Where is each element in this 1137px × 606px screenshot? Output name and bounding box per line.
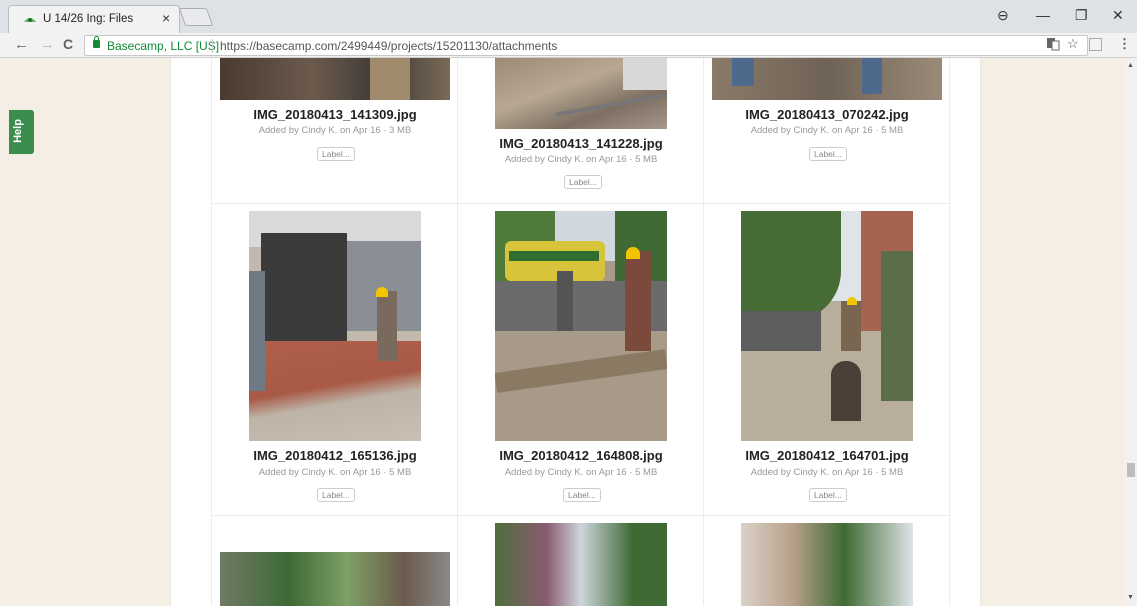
file-name[interactable]: IMG_20180412_164701.jpg [704,448,950,463]
file-meta: Added by Cindy K. on Apr 16 · 5 MB [504,154,658,165]
scrollbar-thumb[interactable] [1127,463,1135,477]
browser-tab[interactable]: U 14/26 Ing: Files × [8,5,180,33]
file-meta: Added by Cindy K. on Apr 16 · 5 MB [750,467,904,478]
file-card[interactable]: IMG_20180412_165136.jpg Added by Cindy K… [212,204,458,516]
file-thumbnail[interactable] [712,58,942,100]
file-thumbnail[interactable] [495,523,667,606]
lock-icon [93,36,100,48]
tab-title: U 14/26 Ing: Files [43,13,134,25]
file-meta: Added by Cindy K. on Apr 16 · 3 MB [258,125,412,136]
file-name[interactable]: IMG_20180412_165136.jpg [212,448,458,463]
file-name[interactable]: IMG_20180412_164808.jpg [458,448,704,463]
url-text[interactable]: https://basecamp.com/2499449/projects/15… [220,39,557,53]
restore-button[interactable]: ❐ [1075,7,1088,24]
file-card[interactable] [212,516,458,606]
forward-button[interactable]: → [40,36,55,53]
file-thumbnail[interactable] [741,211,913,441]
file-thumbnail[interactable] [495,211,667,441]
omnibox[interactable]: Basecamp, LLC [US] https://basecamp.com/… [84,35,1088,56]
help-label: Help [11,119,24,143]
reload-button[interactable]: C [63,36,73,52]
label-button[interactable]: Label... [809,147,847,161]
file-thumbnail[interactable] [495,58,667,129]
label-button[interactable]: Label... [563,488,601,502]
tab-close-icon[interactable]: × [162,10,170,26]
file-card[interactable] [458,516,704,606]
address-toolbar: ← → C Basecamp, LLC [US] https://basecam… [0,33,1137,58]
translate-icon[interactable] [1046,37,1060,51]
label-button[interactable]: Label... [317,488,355,502]
label-button[interactable]: Label... [564,175,602,189]
extension-icon[interactable] [1089,38,1102,51]
file-meta: Added by Cindy K. on Apr 16 · 5 MB [750,125,904,136]
file-name[interactable]: IMG_20180413_141309.jpg [212,107,458,122]
file-card[interactable]: IMG_20180413_141309.jpg Added by Cindy K… [212,58,458,204]
chrome-menu-icon[interactable]: ⋮ [1118,36,1131,52]
file-card[interactable]: IMG_20180413_141228.jpg Added by Cindy K… [458,58,704,204]
omnibox-divider [212,39,213,53]
file-thumbnail[interactable] [249,211,421,441]
file-name[interactable]: IMG_20180413_141228.jpg [458,136,704,151]
file-thumbnail[interactable] [220,552,450,606]
file-name[interactable]: IMG_20180413_070242.jpg [704,107,950,122]
browser-tab-strip: U 14/26 Ing: Files × ⊖ — ❐ ✕ [0,0,1137,33]
minimize-button[interactable]: — [1036,7,1050,23]
scroll-down-arrow-icon[interactable]: ▼ [1127,594,1134,601]
basecamp-favicon-icon [24,18,36,22]
security-label[interactable]: Basecamp, LLC [US] [107,39,219,53]
page-viewport: Help IMG_20180413_141309.jpg Added by Ci… [0,58,1137,606]
file-card[interactable]: IMG_20180412_164808.jpg Added by Cindy K… [458,204,704,516]
vertical-scrollbar[interactable]: ▲ ▼ [1125,58,1137,606]
file-card[interactable]: IMG_20180413_070242.jpg Added by Cindy K… [704,58,950,204]
file-thumbnail[interactable] [741,523,913,606]
file-meta: Added by Cindy K. on Apr 16 · 5 MB [504,467,658,478]
back-button[interactable]: ← [14,36,29,53]
file-grid: IMG_20180413_141309.jpg Added by Cindy K… [211,58,950,606]
file-card[interactable]: IMG_20180412_164701.jpg Added by Cindy K… [704,204,950,516]
bookmark-star-icon[interactable]: ☆ [1067,36,1079,52]
file-thumbnail[interactable] [220,58,450,100]
help-tab[interactable]: Help [9,110,34,154]
scroll-up-arrow-icon[interactable]: ▲ [1127,62,1134,69]
new-tab-button[interactable] [178,8,214,26]
file-meta: Added by Cindy K. on Apr 16 · 5 MB [258,467,412,478]
label-button[interactable]: Label... [317,147,355,161]
label-button[interactable]: Label... [809,488,847,502]
account-icon[interactable]: ⊖ [997,7,1009,24]
file-card[interactable] [704,516,950,606]
close-window-button[interactable]: ✕ [1112,7,1124,24]
